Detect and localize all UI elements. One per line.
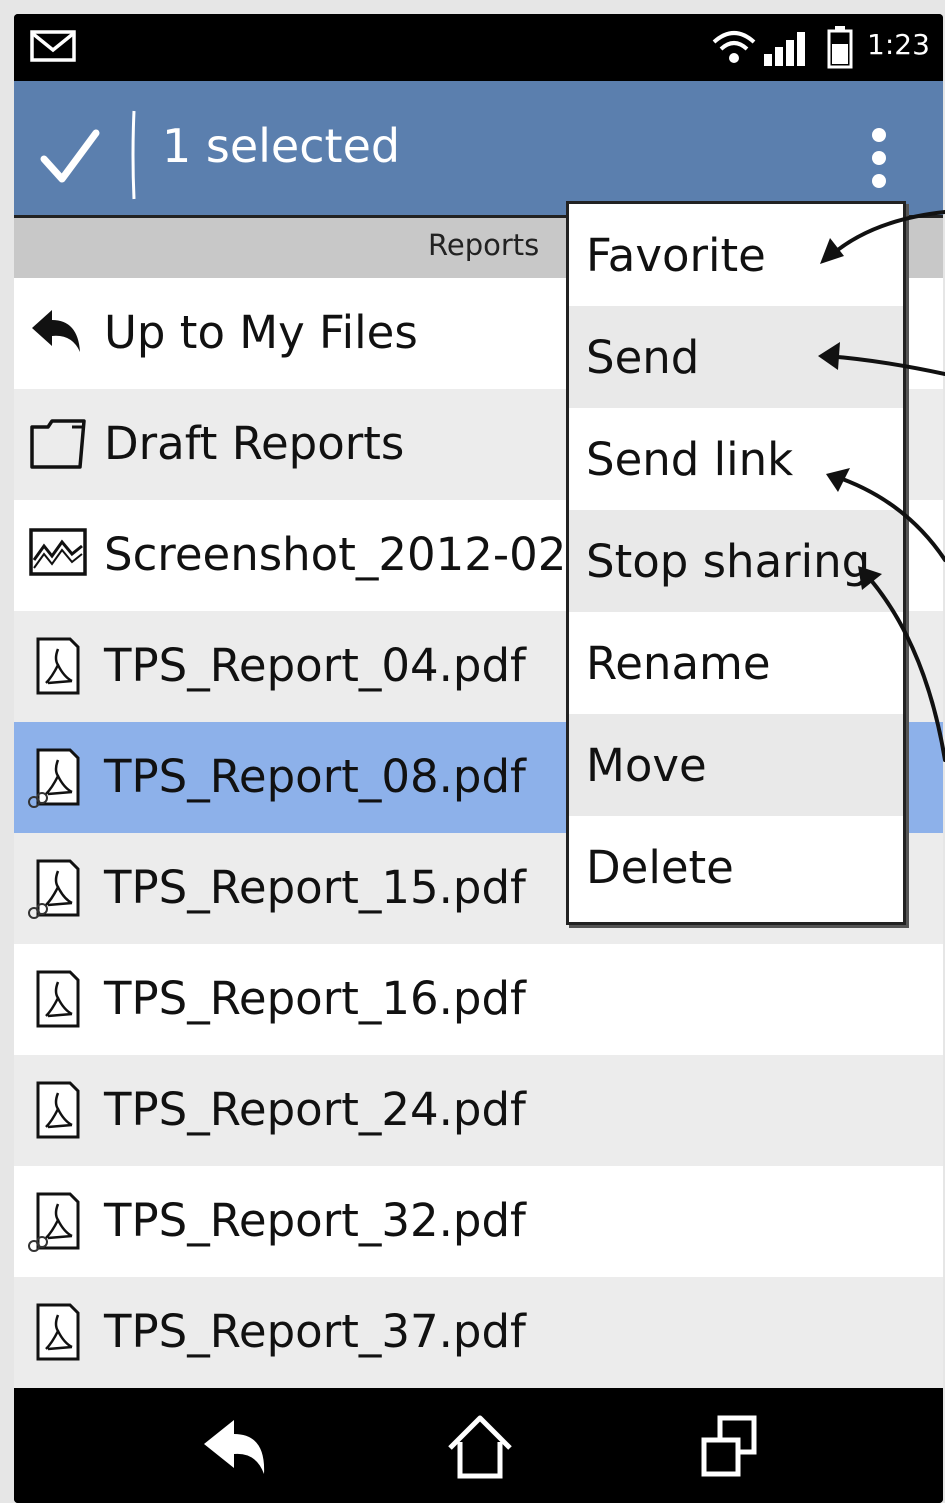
- navigation-bar: [14, 1390, 943, 1503]
- list-item-file[interactable]: TPS_Report_32.pdf: [14, 1166, 943, 1277]
- battery-icon: [827, 26, 853, 69]
- pdf-icon: [36, 1081, 80, 1139]
- status-time: 1:23: [867, 28, 930, 61]
- selection-count: 1 selected: [162, 119, 401, 173]
- up-arrow-icon: [32, 310, 80, 352]
- pdf-icon: [36, 970, 80, 1028]
- shared-pdf-icon: [28, 748, 80, 808]
- back-icon[interactable]: [200, 1412, 280, 1482]
- signal-icon: [764, 32, 805, 66]
- menu-item-label: Stop sharing: [586, 535, 871, 588]
- list-item-label: TPS_Report_04.pdf: [104, 639, 526, 692]
- pdf-icon: [36, 1303, 80, 1361]
- checkmark-icon[interactable]: [38, 125, 102, 189]
- list-item-label: TPS_Report_37.pdf: [104, 1305, 526, 1358]
- mail-icon: [30, 30, 76, 62]
- list-item-label: TPS_Report_32.pdf: [104, 1194, 526, 1247]
- menu-item-favorite[interactable]: Favorite: [569, 204, 903, 306]
- menu-item-move[interactable]: Move: [569, 714, 903, 816]
- menu-item-label: Move: [586, 739, 707, 792]
- image-icon: [29, 528, 87, 576]
- menu-item-rename[interactable]: Rename: [569, 612, 903, 714]
- overflow-menu: Favorite Send Send link Stop sharing Ren…: [566, 201, 906, 925]
- menu-item-label: Rename: [586, 637, 771, 690]
- list-item-label: Screenshot_2012-02-: [104, 528, 583, 581]
- status-bar: 1:23: [14, 14, 943, 78]
- overflow-menu-icon[interactable]: [866, 125, 892, 191]
- pdf-icon: [36, 637, 80, 695]
- list-item-label: TPS_Report_08.pdf: [104, 750, 526, 803]
- menu-item-stop-sharing[interactable]: Stop sharing: [569, 510, 903, 612]
- list-item-label: TPS_Report_16.pdf: [104, 972, 526, 1025]
- list-item-file[interactable]: TPS_Report_16.pdf: [14, 944, 943, 1055]
- menu-item-send[interactable]: Send: [569, 306, 903, 408]
- shared-pdf-icon: [28, 859, 80, 919]
- list-item-label: TPS_Report_24.pdf: [104, 1083, 526, 1136]
- menu-item-label: Send: [586, 331, 700, 384]
- list-item-label: Draft Reports: [104, 417, 405, 470]
- menu-item-delete[interactable]: Delete: [569, 816, 903, 918]
- divider: [131, 110, 136, 200]
- menu-item-label: Favorite: [586, 229, 766, 282]
- menu-item-label: Send link: [586, 433, 794, 486]
- list-item-label: TPS_Report_15.pdf: [104, 861, 526, 914]
- current-folder-label: Reports: [428, 228, 540, 262]
- menu-item-send-link[interactable]: Send link: [569, 408, 903, 510]
- list-item-file[interactable]: TPS_Report_37.pdf: [14, 1277, 943, 1388]
- home-icon[interactable]: [440, 1412, 520, 1482]
- wifi-icon: [712, 31, 756, 63]
- phone-frame: 1:23 1 selected Reports Up to My Files D…: [14, 14, 943, 1503]
- folder-icon: [30, 419, 86, 469]
- list-item-label: Up to My Files: [104, 306, 418, 359]
- shared-pdf-icon: [28, 1192, 80, 1252]
- recent-apps-icon[interactable]: [690, 1412, 770, 1482]
- menu-item-label: Delete: [586, 841, 734, 894]
- list-item-file[interactable]: TPS_Report_24.pdf: [14, 1055, 943, 1166]
